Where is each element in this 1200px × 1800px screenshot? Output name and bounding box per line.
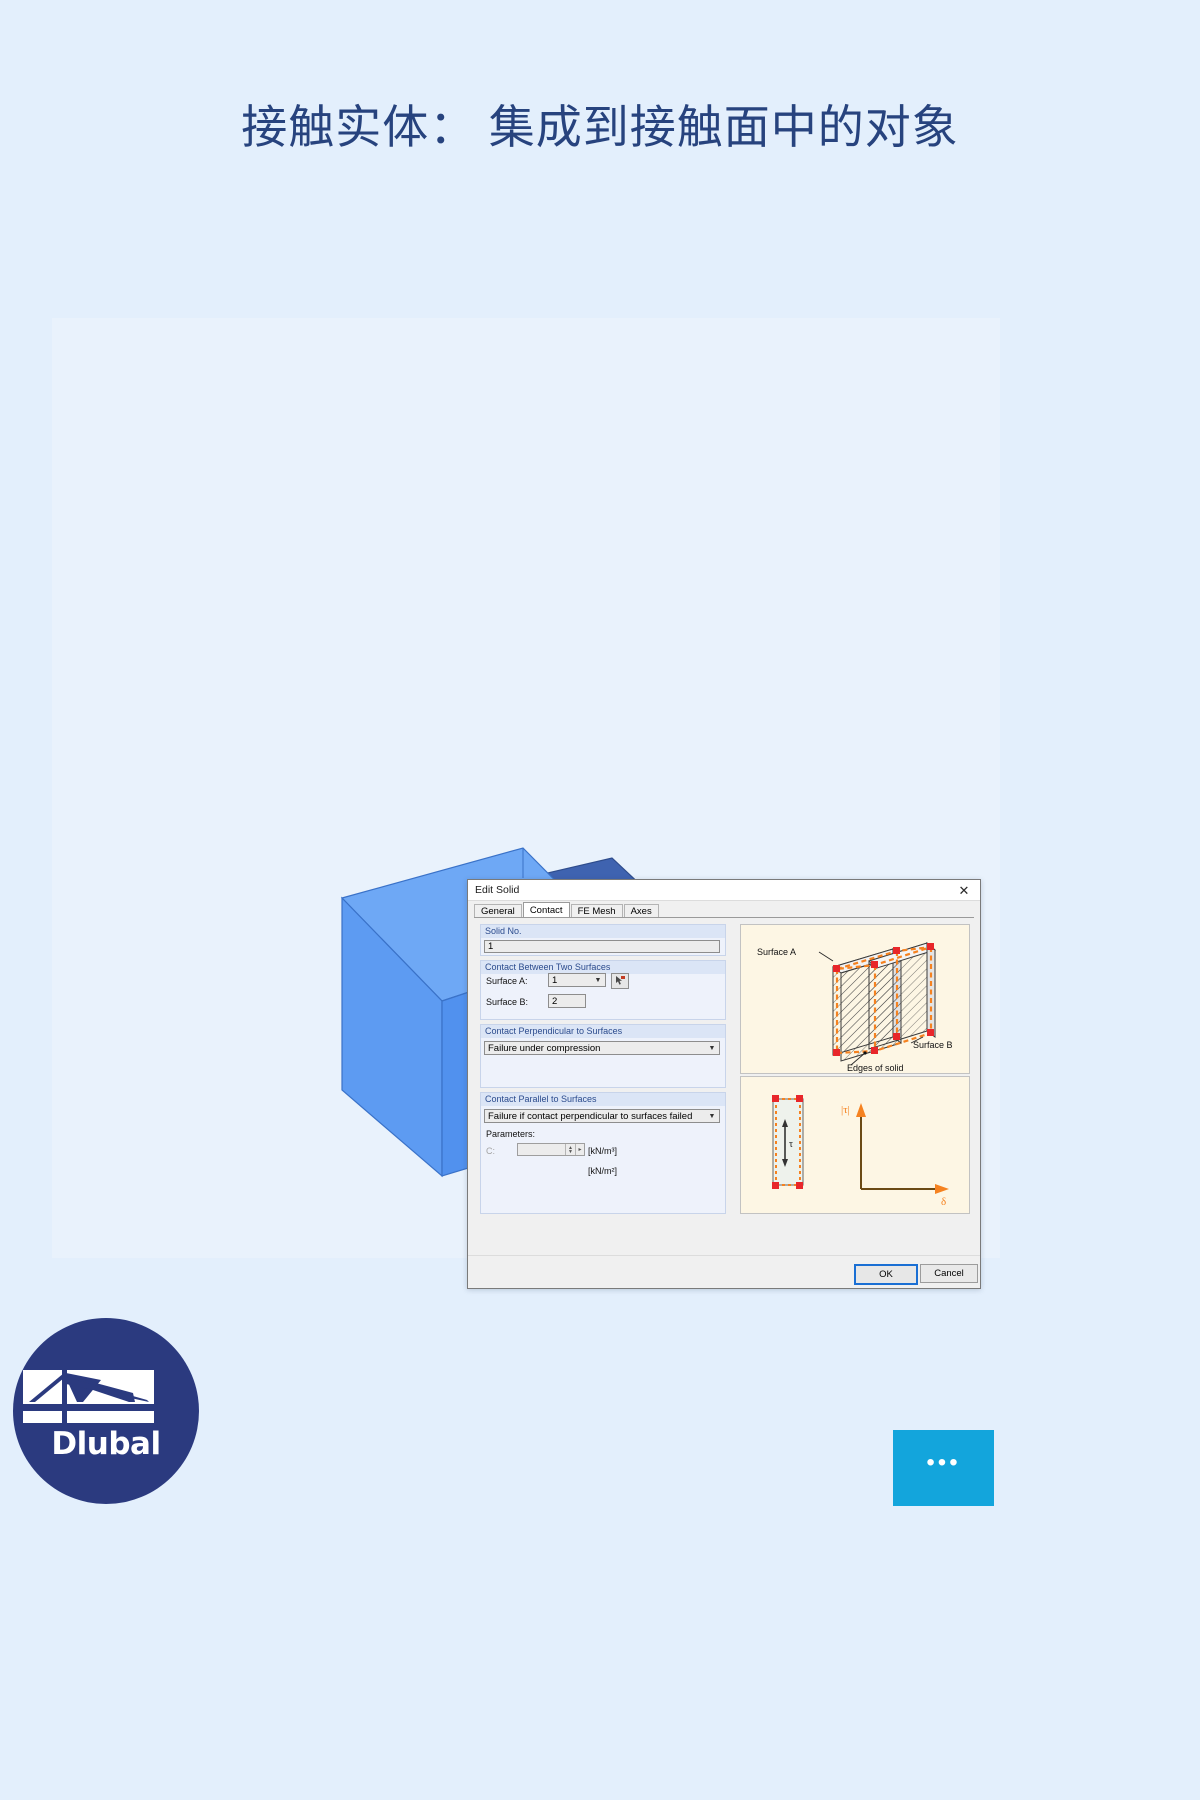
group-perpendicular-caption: Contact Perpendicular to Surfaces [481,1025,725,1038]
parameters-label: Parameters: [486,1129,536,1139]
ok-button[interactable]: OK [854,1264,918,1285]
tab-general[interactable]: General [474,904,522,918]
group-parallel-caption: Contact Parallel to Surfaces [481,1093,725,1106]
parallel-value: Failure if contact perpendicular to surf… [488,1110,693,1122]
label-axis-tau: |τ| [841,1104,850,1116]
dlubal-wordmark: Dlubal [51,1426,161,1462]
label-axis-delta: δ [941,1196,946,1208]
solid-no-input[interactable]: 1 [484,940,720,953]
illustration-surfaces: Surface A Surface B Edges of solid [740,924,970,1074]
cad-viewport: Edit Solid ✕ General Contact FE Mesh Axe… [52,318,1000,1289]
cursor-pick-glyph [615,976,625,985]
c-unit: [kN/m³] [588,1146,617,1156]
shear-diagram: τ |τ| δ [772,1095,949,1208]
surfaces-diagram: Surface A Surface B Edges of solid [757,941,953,1073]
c-label: C: [486,1146,495,1156]
dlubal-bridge-icon [23,1370,154,1423]
more-button[interactable]: ••• [893,1430,994,1506]
perpendicular-value: Failure under compression [488,1042,601,1054]
label-surface-b: Surface B [913,1040,953,1050]
surface-a-select[interactable]: 1 ▼ [548,973,606,987]
dialog-footer: OK Cancel [468,1255,980,1288]
tab-fe-mesh[interactable]: FE Mesh [570,904,623,918]
chevron-down-icon: ▼ [708,1112,716,1120]
group-contact-between: Contact Between Two Surfaces [480,960,726,1020]
c-value-stepper[interactable]: ▲ ▼ ▸ [517,1143,585,1156]
stepper-arrows-icon[interactable]: ▲ ▼ [565,1144,575,1155]
surface-b-input[interactable]: 2 [548,994,586,1008]
label-tau-plate: τ [789,1139,793,1150]
illustration-shear: τ |τ| δ [740,1076,970,1214]
dialog-titlebar: Edit Solid ✕ [468,880,980,901]
close-icon[interactable]: ✕ [948,881,980,900]
second-unit: [kN/m²] [588,1166,617,1176]
parallel-select[interactable]: Failure if contact perpendicular to surf… [484,1109,720,1123]
surface-b-label: Surface B: [486,997,529,1007]
dialog-tabs: General Contact FE Mesh Axes [474,902,974,918]
surface-a-value: 1 [552,974,558,986]
stepper-next-icon[interactable]: ▸ [575,1144,584,1155]
label-edges-of-solid: Edges of solid [847,1063,904,1073]
pick-surface-icon[interactable] [611,973,629,989]
tab-contact[interactable]: Contact [522,902,570,918]
group-solid-no-caption: Solid No. [481,925,725,938]
surface-a-label: Surface A: [486,976,528,986]
perpendicular-select[interactable]: Failure under compression ▼ [484,1041,720,1055]
label-surface-a: Surface A [757,947,796,957]
dlubal-logo: Dlubal [13,1318,199,1504]
c-value [518,1144,565,1155]
chevron-down-icon: ▼ [594,976,602,984]
group-perpendicular: Contact Perpendicular to Surfaces [480,1024,726,1088]
chevron-down-icon: ▼ [708,1044,716,1052]
edit-solid-dialog: Edit Solid ✕ General Contact FE Mesh Axe… [467,879,981,1289]
page-title: 接触实体： 集成到接触面中的对象 [241,102,959,153]
dialog-title: Edit Solid [475,884,520,896]
tab-underline [474,917,974,918]
cancel-button[interactable]: Cancel [920,1264,978,1283]
tab-axes[interactable]: Axes [623,904,659,918]
more-dots-icon: ••• [926,1449,961,1476]
